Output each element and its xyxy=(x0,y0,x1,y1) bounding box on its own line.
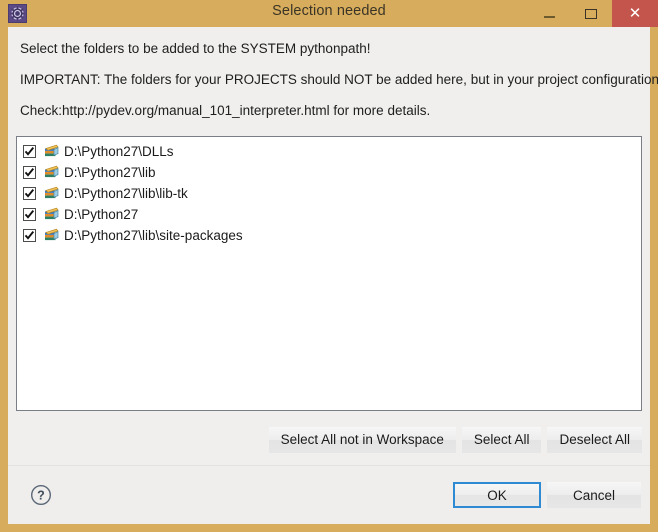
folder-list[interactable]: D:\Python27\DLLs D:\Python27\lib D:\Pyth… xyxy=(16,135,642,411)
cancel-button[interactable]: Cancel xyxy=(547,482,641,508)
message-line-3: Check:http://pydev.org/manual_101_interp… xyxy=(20,102,431,118)
dialog-window: Selection needed ✕ Select the folders to… xyxy=(0,0,658,532)
library-folder-icon xyxy=(42,164,60,180)
message-block: Select the folders to be added to the SY… xyxy=(8,27,658,134)
list-item[interactable]: D:\Python27\lib\site-packages xyxy=(17,225,641,246)
list-item[interactable]: D:\Python27\DLLs xyxy=(17,141,641,162)
library-folder-icon xyxy=(42,227,60,243)
list-item-label: D:\Python27\lib xyxy=(64,164,156,180)
help-circle-icon[interactable]: ? xyxy=(29,483,53,507)
dialog-content: Select the folders to be added to the SY… xyxy=(8,27,658,524)
list-item[interactable]: D:\Python27 xyxy=(17,204,641,225)
library-folder-icon xyxy=(42,143,60,159)
library-folder-icon xyxy=(42,206,60,222)
minimize-button[interactable] xyxy=(528,0,570,27)
confirm-actions: OK Cancel xyxy=(453,482,641,508)
minimize-icon xyxy=(543,15,555,18)
deselect-all-button[interactable]: Deselect All xyxy=(547,426,642,453)
close-icon: ✕ xyxy=(628,5,642,22)
close-button[interactable]: ✕ xyxy=(612,0,658,27)
select-all-not-in-workspace-button[interactable]: Select All not in Workspace xyxy=(268,426,456,453)
checkbox-checked[interactable] xyxy=(23,165,36,179)
checkbox-checked[interactable] xyxy=(23,228,36,242)
checkbox-checked[interactable] xyxy=(23,144,36,158)
list-item-label: D:\Python27\lib\site-packages xyxy=(64,227,243,243)
library-folder-icon xyxy=(42,185,60,201)
maximize-button[interactable] xyxy=(570,0,612,27)
message-line-1: Select the folders to be added to the SY… xyxy=(20,41,371,56)
list-item-label: D:\Python27\DLLs xyxy=(64,143,174,159)
message-line-2: IMPORTANT: The folders for your PROJECTS… xyxy=(20,71,658,87)
checkbox-checked[interactable] xyxy=(23,207,36,221)
list-item-label: D:\Python27\lib\lib-tk xyxy=(64,185,188,201)
selection-actions: Select All not in Workspace Select All D… xyxy=(16,426,642,453)
ok-button[interactable]: OK xyxy=(453,482,541,508)
maximize-icon xyxy=(585,8,597,19)
list-item[interactable]: D:\Python27\lib xyxy=(17,162,641,183)
window-controls: ✕ xyxy=(528,0,658,27)
svg-text:?: ? xyxy=(37,489,45,503)
list-item[interactable]: D:\Python27\lib\lib-tk xyxy=(17,183,641,204)
checkbox-checked[interactable] xyxy=(23,186,36,200)
dialog-button-bar: ? OK Cancel xyxy=(8,465,650,524)
title-bar: Selection needed ✕ xyxy=(0,0,658,27)
select-all-button[interactable]: Select All xyxy=(461,426,542,453)
list-item-label: D:\Python27 xyxy=(64,206,139,222)
